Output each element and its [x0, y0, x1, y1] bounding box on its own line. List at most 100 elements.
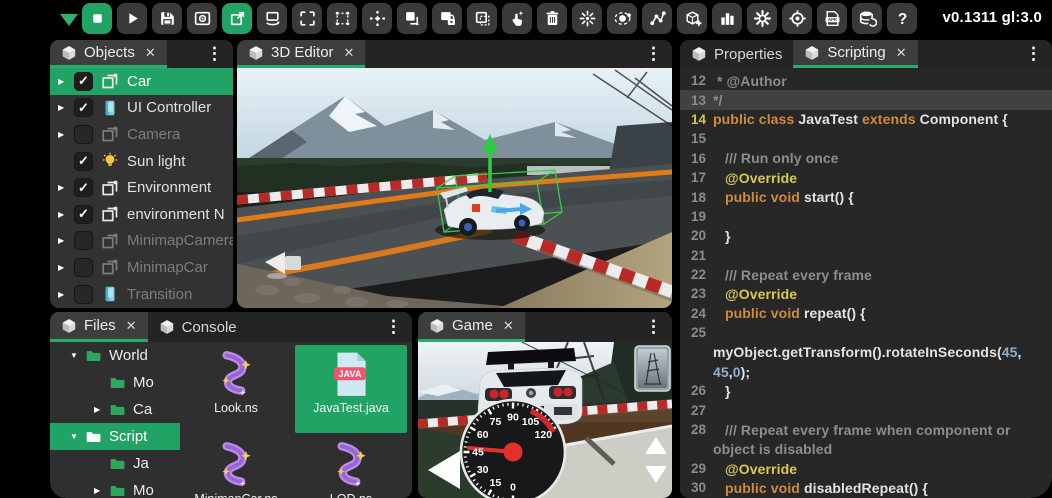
tree-arrow-icon[interactable]: ▼ [70, 432, 85, 441]
visibility-checkbox[interactable]: ✓ [74, 231, 93, 250]
tree-row-mo-1[interactable]: Mo [50, 369, 180, 396]
settings-button[interactable] [747, 3, 777, 34]
gizmo-x-arrow[interactable] [496, 209, 522, 211]
objects-menu-button[interactable]: ⋮ [200, 40, 229, 68]
rotate-tool-button[interactable] [257, 3, 287, 34]
lock-object-button[interactable] [432, 3, 462, 34]
object-row-sun-light[interactable]: ✓Sun light [50, 148, 233, 175]
code-line[interactable]: 14public class JavaTest extends Componen… [680, 110, 1052, 129]
tab-console[interactable]: Console [148, 312, 248, 342]
tab-files[interactable]: Files✕ [50, 312, 148, 342]
code-line[interactable]: 45,0); [680, 362, 1052, 381]
copy-button[interactable] [397, 3, 427, 34]
visibility-checkbox[interactable]: ✓ [74, 285, 93, 304]
visibility-checkbox[interactable]: ✓ [74, 152, 93, 171]
expand-arrow-icon[interactable]: ▶ [58, 263, 74, 272]
visibility-checkbox[interactable]: ✓ [74, 258, 93, 277]
add-object-button[interactable] [677, 3, 707, 34]
code-editor[interactable]: 12 * @Author13*/14public class JavaTest … [680, 68, 1052, 498]
tree-arrow-icon[interactable]: ▶ [94, 486, 109, 495]
close-icon[interactable]: ✕ [344, 45, 355, 61]
code-line[interactable]: 21 [680, 246, 1052, 265]
code-line[interactable]: 12 * @Author [680, 71, 1052, 90]
object-row-camera[interactable]: ▶✓Camera [50, 121, 233, 148]
object-row-environment[interactable]: ▶✓Environment [50, 174, 233, 201]
code-line[interactable]: 13*/ [680, 90, 1052, 109]
effects-button[interactable] [572, 3, 602, 34]
object-row-minimapcamera[interactable]: ▶✓MinimapCamera [50, 228, 233, 255]
export-apk-button[interactable]: APK [817, 3, 847, 34]
play-button[interactable] [117, 3, 147, 34]
code-line[interactable]: 28 /// Repeat every frame when component… [680, 420, 1052, 439]
object-row-transition[interactable]: ▶✓Transition [50, 281, 233, 308]
expand-arrow-icon[interactable]: ▶ [58, 290, 74, 299]
nodes-button[interactable] [642, 3, 672, 34]
help-button[interactable]: ? [887, 3, 917, 34]
code-line[interactable]: myObject.getTransform().rotateInSeconds(… [680, 342, 1052, 361]
code-line[interactable]: 22 /// Repeat every frame [680, 265, 1052, 284]
code-line[interactable]: 16 /// Run only once [680, 149, 1052, 168]
tab-objects[interactable]: Objects✕ [50, 40, 167, 68]
tree-row-ja-4[interactable]: Ja [50, 450, 180, 477]
game-menu-button[interactable]: ⋮ [639, 312, 668, 342]
expand-arrow-icon[interactable]: ▶ [58, 103, 74, 112]
orbit-button[interactable] [607, 3, 637, 34]
visibility-checkbox[interactable]: ✓ [74, 98, 93, 117]
expand-arrow-icon[interactable]: ▶ [58, 130, 74, 139]
close-icon[interactable]: ✕ [896, 45, 907, 61]
visibility-checkbox[interactable]: ✓ [74, 72, 93, 91]
stop-button[interactable] [82, 3, 112, 34]
expand-arrow-icon[interactable]: ▶ [58, 183, 74, 192]
save-button[interactable] [152, 3, 182, 34]
rect-select-button[interactable] [327, 3, 357, 34]
database-refresh-button[interactable] [852, 3, 882, 34]
visibility-checkbox[interactable]: ✓ [74, 125, 93, 144]
scale-tool-button[interactable] [292, 3, 322, 34]
expand-arrow-icon[interactable]: ▶ [58, 210, 74, 219]
tree-row-mo-5[interactable]: ▶Mo [50, 477, 180, 498]
code-line[interactable]: 17 @Override [680, 168, 1052, 187]
code-line[interactable]: 26 } [680, 381, 1052, 400]
tree-row-ca-2[interactable]: ▶Ca [50, 396, 180, 423]
file-lod-ns[interactable]: LOD.ns [295, 436, 407, 498]
file-javatest-java[interactable]: JAVAJavaTest.java [295, 345, 407, 433]
preview-button[interactable] [187, 3, 217, 34]
stats-button[interactable] [712, 3, 742, 34]
3d-viewport[interactable] [237, 68, 672, 308]
object-row-car[interactable]: ▶✓Car [50, 68, 233, 95]
target-button[interactable] [782, 3, 812, 34]
code-line[interactable]: 19 [680, 207, 1052, 226]
code-line[interactable]: 29 @Override [680, 459, 1052, 478]
visibility-checkbox[interactable]: ✓ [74, 178, 93, 197]
code-line[interactable]: 23 @Override [680, 284, 1052, 303]
expand-arrow-icon[interactable]: ▶ [58, 236, 74, 245]
expand-arrow-icon[interactable]: ▶ [58, 77, 74, 86]
close-icon[interactable]: ✕ [503, 318, 514, 334]
tree-arrow-icon[interactable]: ▶ [94, 405, 109, 414]
pivot-button[interactable] [362, 3, 392, 34]
code-line[interactable]: object is disabled [680, 439, 1052, 458]
tree-row-script-3[interactable]: ▼Script [50, 423, 180, 450]
run-config-dropdown-icon[interactable] [60, 14, 78, 26]
visibility-checkbox[interactable]: ✓ [74, 205, 93, 224]
object-row-environment-n[interactable]: ▶✓environment N [50, 201, 233, 228]
gizmo-center[interactable] [472, 204, 480, 212]
delete-button[interactable] [537, 3, 567, 34]
tree-row-world-0[interactable]: ▼World [50, 342, 180, 369]
code-menu-button[interactable]: ⋮ [1019, 40, 1048, 68]
tab-properties[interactable]: Properties [680, 40, 793, 68]
duplicate-button[interactable] [467, 3, 497, 34]
object-row-minimapcar[interactable]: ▶✓MinimapCar [50, 254, 233, 281]
code-line[interactable]: 24 public void repeat() { [680, 304, 1052, 323]
close-icon[interactable]: ✕ [145, 45, 156, 61]
close-icon[interactable]: ✕ [126, 318, 137, 334]
game-viewport[interactable]: 0153045607590105120 [418, 342, 672, 498]
tree-arrow-icon[interactable]: ▼ [70, 351, 85, 360]
object-row-ui-controller[interactable]: ▶✓UI Controller [50, 95, 233, 122]
editor-menu-button[interactable]: ⋮ [639, 40, 668, 68]
touch-pointer-button[interactable] [502, 3, 532, 34]
tab-scripting[interactable]: Scripting✕ [793, 40, 917, 68]
file-look-ns[interactable]: Look.ns [180, 345, 292, 433]
code-line[interactable]: 15 [680, 129, 1052, 148]
code-line[interactable]: 25 [680, 323, 1052, 342]
